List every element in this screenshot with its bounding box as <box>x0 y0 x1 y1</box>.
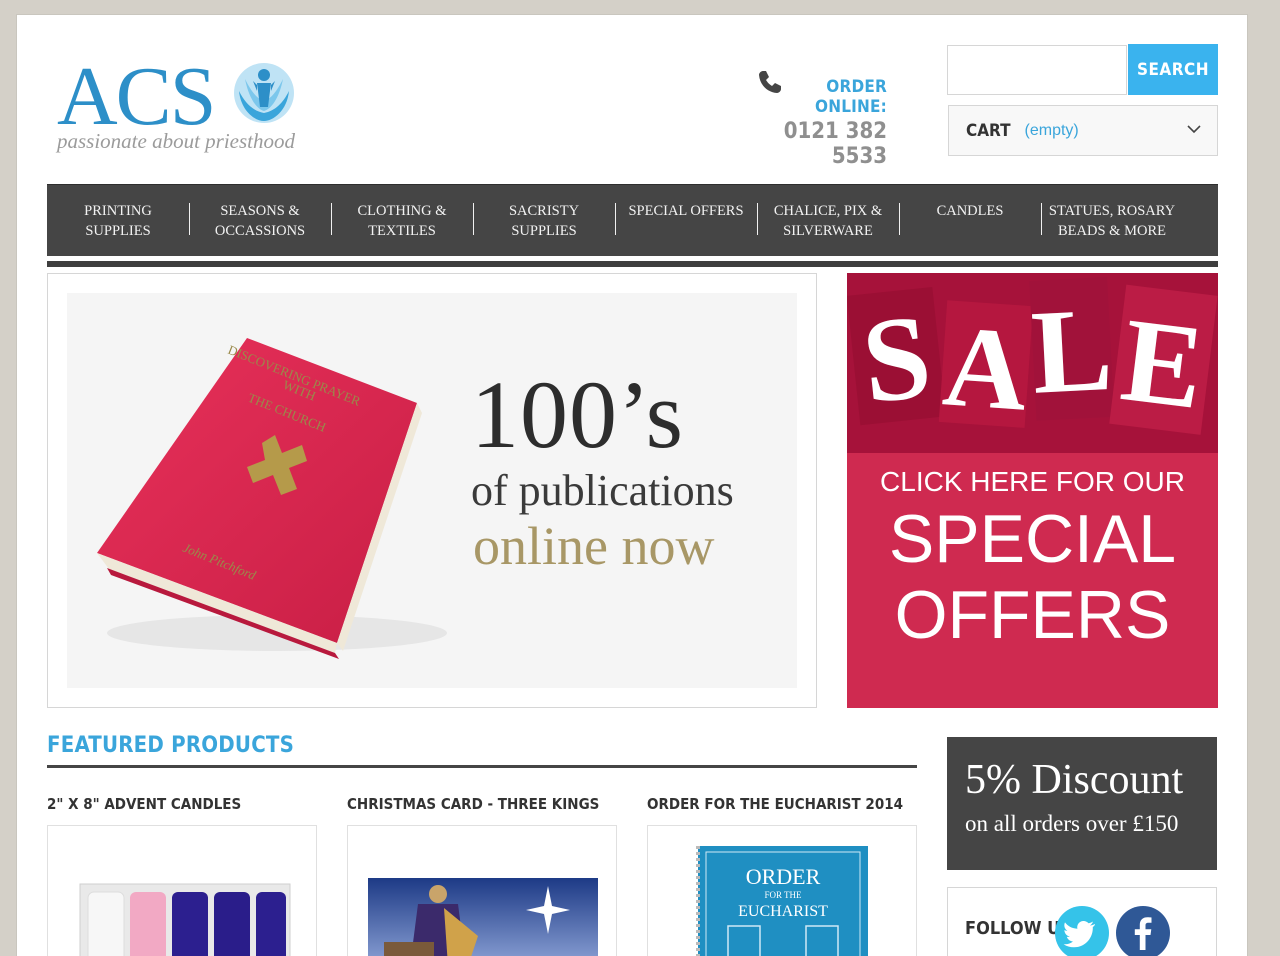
nav-item-clothing-textiles[interactable]: CLOTHING & TEXTILES <box>331 201 473 241</box>
facebook-f-icon <box>1134 917 1152 950</box>
discount-details: on all orders over £150 <box>965 811 1179 836</box>
phone-icon <box>759 71 781 93</box>
nav-item-chalice-pix-silverware[interactable]: CHALICE, PIX & SILVERWARE <box>757 201 899 241</box>
eucharist-book-image: ORDER FOR THE EUCHARIST <box>696 846 868 956</box>
twitter-link[interactable] <box>1055 906 1109 956</box>
sale-letter-l: L <box>1028 282 1115 419</box>
nav-item-sacristy-supplies[interactable]: SACRISTY SUPPLIES <box>473 201 615 241</box>
publications-banner-image: DISCOVERING PRAYER WITH THE CHURCH John … <box>67 293 797 688</box>
publications-banner[interactable]: DISCOVERING PRAYER WITH THE CHURCH John … <box>47 273 817 708</box>
page: ACS passionate about priesthood ORDER ON… <box>16 14 1248 956</box>
product-name[interactable]: 2" X 8" ADVENT CANDLES <box>47 795 317 825</box>
nav-item-special-offers[interactable]: SPECIAL OFFERS <box>615 201 757 235</box>
sale-click-text: CLICK HERE FOR OUR <box>880 466 1185 497</box>
nav-item-seasons-occassions[interactable]: SEASONS & OCCASSIONS <box>189 201 331 241</box>
main-nav: PRINTING SUPPLIES SEASONS & OCCASSIONS C… <box>47 184 1218 256</box>
sale-letter-s: S <box>856 289 936 428</box>
sale-letters-graphic: S A L E <box>847 273 1218 453</box>
order-phone: ORDER ONLINE: 0121 382 5533 <box>757 67 887 169</box>
product-name[interactable]: ORDER FOR THE EUCHARIST 2014 <box>647 795 917 825</box>
eucharist-cover-line3: EUCHARIST <box>738 903 828 920</box>
twitter-bird-icon <box>1063 920 1095 948</box>
banner-subline: of publications <box>471 466 734 515</box>
candles-image <box>79 883 291 956</box>
sale-letter-e: E <box>1115 292 1211 434</box>
nav-item-statues-rosary-beads[interactable]: STATUES, ROSARY BEADS & MORE <box>1041 201 1183 241</box>
praying-hands-logo-icon <box>234 63 294 123</box>
eucharist-cover-line2: FOR THE <box>764 890 802 900</box>
banner-headline: 100’s <box>471 361 685 468</box>
follow-us-box: FOLLOW US: <box>947 887 1217 956</box>
cart-status: (empty) <box>1024 121 1079 139</box>
nav-item-candles[interactable]: CANDLES <box>899 201 1041 235</box>
discount-promo[interactable]: 5% Discount on all orders over £150 <box>947 737 1217 870</box>
cart-label: CART <box>966 120 1011 141</box>
product-image-christmas-card[interactable] <box>347 825 617 956</box>
featured-products-title: FEATURED PRODUCTS <box>47 733 295 758</box>
nav-item-printing-supplies[interactable]: PRINTING SUPPLIES <box>47 201 189 241</box>
phone-number[interactable]: 0121 382 5533 <box>757 119 887 169</box>
logo-tagline: passionate about priesthood <box>57 129 296 153</box>
site-logo[interactable]: ACS passionate about priesthood <box>55 50 305 157</box>
facebook-link[interactable] <box>1116 906 1170 956</box>
banner-tagline: online now <box>473 516 715 576</box>
cart-dropdown[interactable]: CART (empty) <box>948 105 1218 156</box>
product-image-advent-candles[interactable] <box>47 825 317 956</box>
discount-headline: 5% Discount <box>965 757 1184 803</box>
chevron-down-icon <box>1187 125 1201 134</box>
sale-letter-a: A <box>939 302 1032 436</box>
three-kings-image <box>368 878 598 956</box>
logo-wordmark: ACS <box>57 50 216 143</box>
search-button[interactable]: SEARCH <box>1128 44 1218 95</box>
search-input[interactable] <box>947 45 1127 95</box>
nav-underline <box>47 261 1218 267</box>
sale-banner[interactable]: S A L E CLICK HERE FOR OUR SPECIAL OFFER… <box>847 273 1218 708</box>
product-card-christmas-card[interactable]: CHRISTMAS CARD - THREE KINGS <box>347 795 617 956</box>
product-card-order-for-the-eucharist[interactable]: ORDER FOR THE EUCHARIST 2014 ORDER FOR T… <box>647 795 917 956</box>
sale-special-text: SPECIAL OFFERS <box>888 501 1177 653</box>
featured-divider <box>47 765 917 768</box>
eucharist-cover-line1: ORDER <box>746 864 821 889</box>
product-image-eucharist-book[interactable]: ORDER FOR THE EUCHARIST <box>647 825 917 956</box>
product-card-advent-candles[interactable]: 2" X 8" ADVENT CANDLES <box>47 795 317 956</box>
product-name[interactable]: CHRISTMAS CARD - THREE KINGS <box>347 795 617 825</box>
